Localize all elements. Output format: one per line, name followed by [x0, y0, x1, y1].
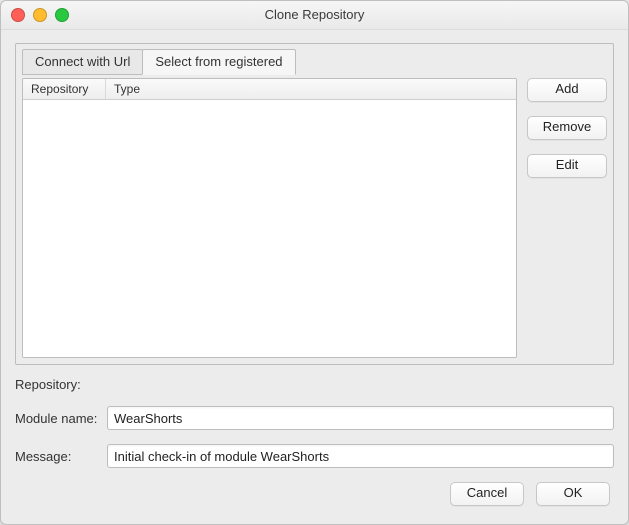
table-header: Repository Type — [23, 79, 516, 100]
titlebar: Clone Repository — [1, 1, 628, 30]
add-button[interactable]: Add — [527, 78, 607, 102]
repository-label: Repository: — [15, 377, 107, 392]
module-name-label: Module name: — [15, 411, 107, 426]
remove-button[interactable]: Remove — [527, 116, 607, 140]
dialog-footer: Cancel OK — [450, 482, 610, 506]
window-title: Clone Repository — [1, 1, 628, 29]
tab-body-select-from-registered: Repository Type Add Remove Edit — [22, 78, 607, 358]
side-buttons: Add Remove Edit — [527, 78, 607, 358]
tab-connect-with-url[interactable]: Connect with Url — [22, 49, 143, 75]
form-area: Repository: Module name: Message: — [15, 377, 614, 468]
tabbed-panel: Connect with Url Select from registered … — [15, 43, 614, 365]
message-label: Message: — [15, 449, 107, 464]
cancel-button[interactable]: Cancel — [450, 482, 524, 506]
column-header-type[interactable]: Type — [106, 79, 516, 99]
ok-button[interactable]: OK — [536, 482, 610, 506]
table-body-empty — [23, 100, 516, 358]
edit-button[interactable]: Edit — [527, 154, 607, 178]
message-input[interactable] — [107, 444, 614, 468]
column-header-repository[interactable]: Repository — [23, 79, 106, 99]
row-message: Message: — [15, 444, 614, 468]
row-repository: Repository: — [15, 377, 614, 392]
row-module-name: Module name: — [15, 406, 614, 430]
module-name-input[interactable] — [107, 406, 614, 430]
tabs-row: Connect with Url Select from registered — [16, 43, 613, 75]
dialog-window: Clone Repository Connect with Url Select… — [0, 0, 629, 525]
repository-table[interactable]: Repository Type — [22, 78, 517, 358]
tab-select-from-registered[interactable]: Select from registered — [142, 49, 295, 75]
dialog-content: Connect with Url Select from registered … — [1, 29, 628, 524]
